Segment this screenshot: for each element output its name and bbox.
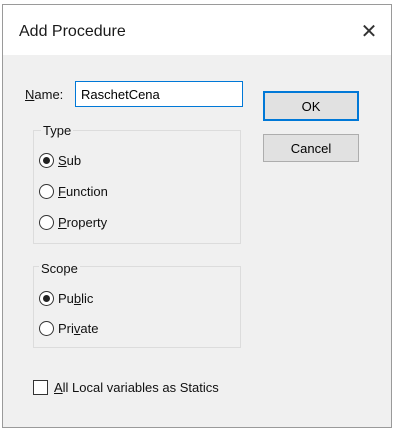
type-option-function[interactable]: Function bbox=[39, 184, 108, 199]
type-option-sub[interactable]: Sub bbox=[39, 153, 81, 168]
ok-button[interactable]: OK bbox=[263, 91, 359, 121]
name-input[interactable] bbox=[75, 81, 243, 107]
scope-option-public[interactable]: Public bbox=[39, 291, 93, 306]
label-rest: lic bbox=[81, 291, 94, 306]
label-pre: Pu bbox=[58, 291, 74, 306]
close-icon[interactable]: ✕ bbox=[355, 17, 383, 45]
name-label-accel: N bbox=[25, 87, 35, 102]
type-option-label-function: Function bbox=[58, 184, 108, 199]
type-option-label-sub: Sub bbox=[58, 153, 81, 168]
label-rest: ll Local variables as Statics bbox=[62, 380, 219, 395]
scope-option-private[interactable]: Private bbox=[39, 321, 98, 336]
label-rest: roperty bbox=[66, 215, 108, 230]
cancel-button[interactable]: Cancel bbox=[263, 134, 359, 162]
scope-option-label-private: Private bbox=[58, 321, 98, 336]
statics-label: All Local variables as Statics bbox=[54, 380, 219, 395]
radio-private[interactable] bbox=[39, 321, 54, 336]
radio-sub[interactable] bbox=[39, 153, 54, 168]
statics-checkbox[interactable] bbox=[33, 380, 48, 395]
name-label-rest: ame: bbox=[34, 87, 64, 102]
radio-selected-dot bbox=[43, 157, 50, 164]
radio-function[interactable] bbox=[39, 184, 54, 199]
scope-group-label: Scope bbox=[39, 261, 80, 276]
type-group-label: Type bbox=[41, 123, 74, 138]
statics-option[interactable]: All Local variables as Statics bbox=[33, 380, 219, 395]
type-option-property[interactable]: Property bbox=[39, 215, 107, 230]
name-label: Name: bbox=[25, 87, 63, 102]
radio-selected-dot bbox=[43, 295, 50, 302]
label-rest: ub bbox=[66, 153, 82, 168]
accel-key: P bbox=[58, 215, 67, 230]
label-rest: unction bbox=[65, 184, 108, 199]
add-procedure-dialog: Add Procedure ✕ Name: OK Cancel Type Sub… bbox=[2, 4, 392, 428]
scope-option-label-public: Public bbox=[58, 291, 93, 306]
accel-key: F bbox=[58, 184, 66, 199]
title-bar: Add Procedure ✕ bbox=[3, 5, 391, 55]
accel-key: S bbox=[58, 153, 67, 168]
type-option-label-property: Property bbox=[58, 215, 107, 230]
label-pre: Pri bbox=[58, 321, 74, 336]
accel-key: A bbox=[54, 380, 63, 395]
dialog-title: Add Procedure bbox=[19, 23, 126, 40]
label-rest: ate bbox=[80, 321, 99, 336]
radio-public[interactable] bbox=[39, 291, 54, 306]
radio-property[interactable] bbox=[39, 215, 54, 230]
